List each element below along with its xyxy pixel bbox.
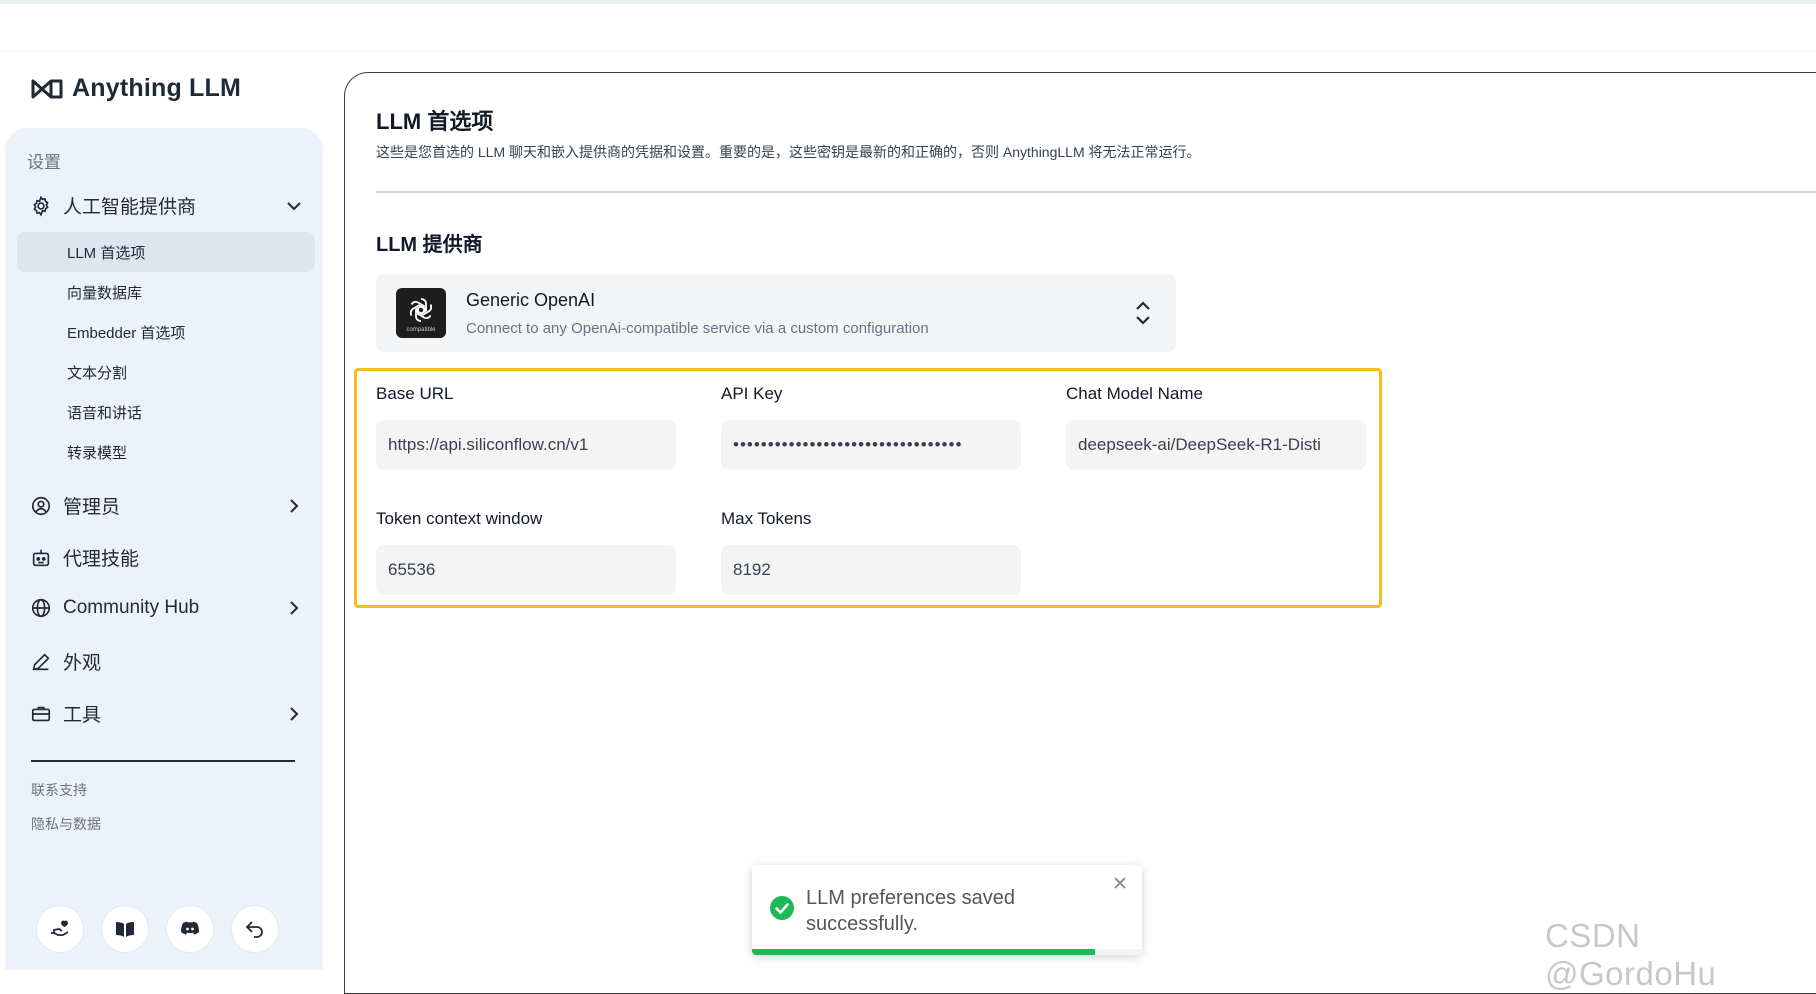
- sidebar-subitem-vector-db[interactable]: 向量数据库: [67, 282, 142, 303]
- provider-section-title: LLM 提供商: [376, 234, 483, 256]
- contact-support-link[interactable]: 联系支持: [31, 780, 87, 800]
- chat-model-label: Chat Model Name: [1066, 384, 1204, 403]
- hand-heart-icon: [51, 920, 69, 936]
- close-icon[interactable]: [1112, 875, 1128, 891]
- llm-provider-select[interactable]: compatible Generic OpenAI Connect to any…: [376, 274, 1176, 352]
- book-open-icon: [116, 922, 134, 937]
- sidebar-section-label: 设置: [27, 153, 61, 172]
- sidebar-subitem-text-splitting[interactable]: 文本分割: [67, 362, 127, 383]
- openai-compatible-logo: compatible: [396, 288, 446, 338]
- chevron-down-icon: [287, 201, 301, 210]
- anything-llm-logo-icon: [31, 79, 63, 98]
- sidebar-item-label: Community Hub: [63, 597, 200, 618]
- sidebar-item-community-hub[interactable]: Community Hub: [29, 596, 299, 620]
- sidebar: 设置 人工智能提供商 LLM 首选项 向量数据库 Embedder 首选项 文本…: [5, 128, 323, 970]
- api-key-label: API Key: [721, 384, 783, 403]
- page-description: 这些是您首选的 LLM 聊天和嵌入提供商的凭据和设置。重要的是，这些密钥是最新的…: [376, 144, 1201, 160]
- sidebar-item-label: 外观: [63, 653, 102, 674]
- sidebar-item-label: 管理员: [63, 497, 121, 518]
- sidebar-item-tools[interactable]: 工具: [29, 700, 299, 727]
- sidebar-subitem-llm[interactable]: LLM 首选项: [67, 242, 145, 263]
- sidebar-item-label: 人工智能提供商: [63, 197, 197, 218]
- sidebar-item-label: 代理技能: [63, 549, 140, 570]
- brand-logo: Anything LLM: [30, 74, 241, 103]
- pencil-icon: [29, 650, 53, 674]
- user-circle-gear-icon: [29, 494, 53, 518]
- support-button[interactable]: [37, 906, 83, 952]
- sidebar-subitem-voice[interactable]: 语音和讲话: [67, 402, 142, 423]
- token-window-input[interactable]: [376, 545, 676, 595]
- gear-icon: [29, 194, 53, 218]
- globe-icon: [29, 596, 53, 620]
- sidebar-subitem-embedder[interactable]: Embedder 首选项: [67, 322, 185, 343]
- base-url-label: Base URL: [376, 384, 454, 403]
- chevron-right-icon: [290, 601, 299, 615]
- chat-model-input[interactable]: [1066, 420, 1366, 470]
- docs-button[interactable]: [102, 906, 148, 952]
- sidebar-item-agent-skills[interactable]: 代理技能: [29, 544, 139, 571]
- openai-logo-icon: [409, 297, 433, 322]
- privacy-data-link[interactable]: 隐私与数据: [31, 814, 101, 834]
- brand-name: Anything LLM: [72, 74, 242, 102]
- chevron-right-icon: [290, 498, 299, 513]
- briefcase-icon: [29, 702, 53, 726]
- watermark: CSDN @GordoHu: [1545, 917, 1717, 992]
- max-tokens-input[interactable]: [721, 545, 1021, 595]
- provider-name: Generic OpenAI: [466, 290, 596, 310]
- sidebar-item-admin[interactable]: 管理员: [29, 492, 299, 519]
- sidebar-subitem-transcription[interactable]: 转录模型: [67, 442, 127, 463]
- check-circle-icon: [770, 896, 794, 920]
- sidebar-item-appearance[interactable]: 外观: [29, 648, 101, 675]
- provider-description: Connect to any OpenAi-compatible service…: [466, 320, 929, 337]
- sidebar-divider: [31, 760, 295, 762]
- token-window-label: Token context window: [376, 509, 543, 528]
- chevron-right-icon: [290, 706, 299, 721]
- back-button[interactable]: [232, 906, 278, 952]
- robot-icon: [29, 546, 53, 570]
- page-title: LLM 首选项: [376, 109, 494, 134]
- discord-button[interactable]: [167, 906, 213, 952]
- toast-message: LLM preferences saved successfully.: [806, 887, 1016, 935]
- provider-logo-caption: compatible: [406, 326, 436, 333]
- sidebar-item-label: 工具: [63, 705, 102, 726]
- max-tokens-label: Max Tokens: [721, 509, 812, 528]
- base-url-input[interactable]: [376, 420, 676, 470]
- api-key-input[interactable]: [721, 420, 1021, 470]
- sidebar-active-highlight: [17, 232, 315, 272]
- undo-arrow-icon: [245, 921, 263, 938]
- sidebar-item-ai-providers[interactable]: 人工智能提供商: [29, 192, 301, 219]
- toast-progress-bar: [752, 949, 1096, 955]
- top-bar: [0, 0, 1816, 52]
- success-toast: LLM preferences saved successfully.: [752, 865, 1142, 955]
- discord-icon: [181, 921, 199, 935]
- sidebar-footer-buttons: [37, 906, 278, 952]
- section-divider: [376, 191, 1816, 193]
- chevron-up-down-icon: [1136, 301, 1150, 325]
